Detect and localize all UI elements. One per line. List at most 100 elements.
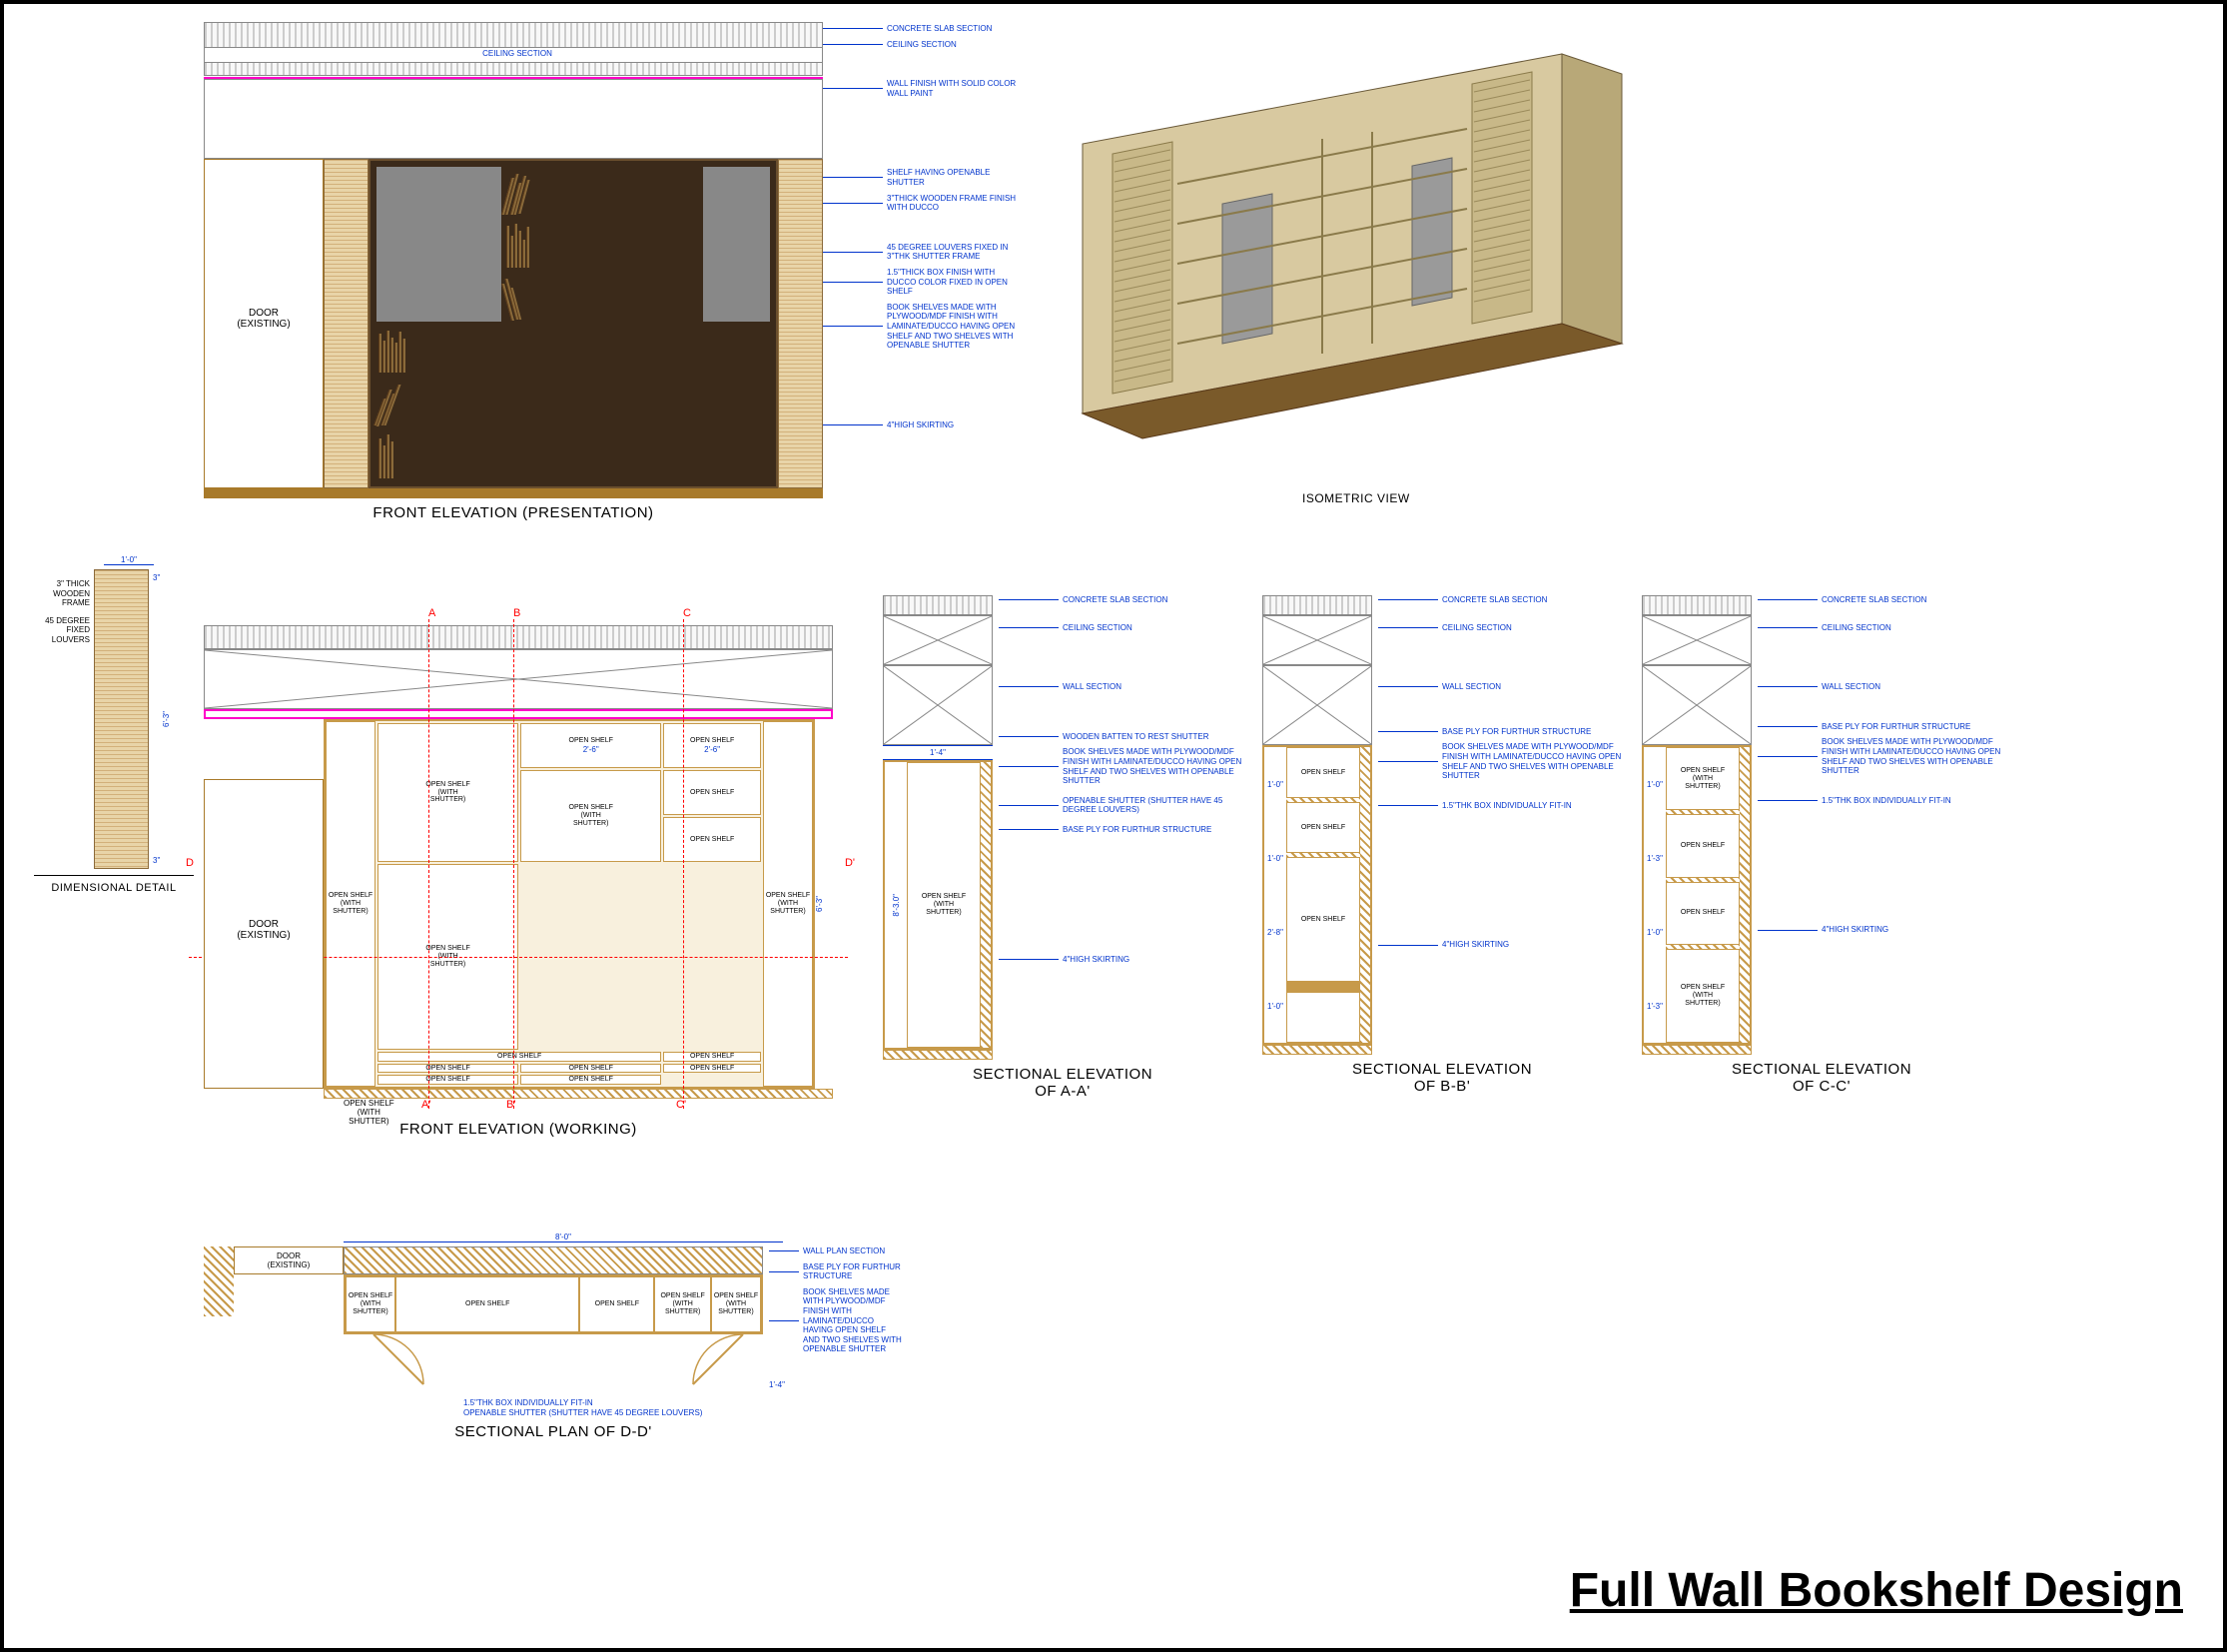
dim-3in-top: 3" xyxy=(153,573,179,582)
cell: OPEN SHELF xyxy=(520,1064,661,1074)
dim-h: 6'-3" xyxy=(162,711,171,727)
ceiling-section xyxy=(204,62,823,76)
cut-a2: A' xyxy=(421,1099,430,1111)
cutline-c xyxy=(683,619,684,1109)
view-title-sec-a2: OF A-A' xyxy=(883,1083,1242,1100)
skirting-hatch xyxy=(324,1089,833,1099)
note: SHELF HAVING OPENABLE SHUTTER xyxy=(887,168,1023,187)
wall-left xyxy=(204,1246,234,1316)
note: 1.5"THICK BOX FINISH WITH DUCCO COLOR FI… xyxy=(887,268,1023,297)
dim-w: 1'-0" xyxy=(104,555,154,565)
view-title-front-pres: FRONT ELEVATION (PRESENTATION) xyxy=(204,498,823,521)
drawing-sheet: CEILING SECTION DOOR (EXISTING) xyxy=(0,0,2227,1652)
front-pres-annotations: CONCRETE SLAB SECTION CEILING SECTION WA… xyxy=(823,24,1023,435)
ceiling-zone xyxy=(204,649,833,709)
cell: OPEN SHELF xyxy=(377,1064,518,1074)
shelf-outline: OPEN SHELF (WITH SHUTTER) OPEN SHELF2'-6… xyxy=(324,719,815,1089)
door-existing-work: DOOR (EXISTING) xyxy=(204,779,324,1089)
view-title-sec-d: SECTIONAL PLAN OF D-D' xyxy=(204,1417,903,1440)
view-title-sec-b: SECTIONAL ELEVATION xyxy=(1262,1055,1622,1078)
note: WALL FINISH WITH SOLID COLOR WALL PAINT xyxy=(887,79,1023,98)
main-elevation-body: DOOR (EXISTING) xyxy=(204,159,823,488)
books-row-3 xyxy=(504,273,700,323)
dimensional-detail: 1'-0" 3" THICK WOODEN FRAME 45 DEGREE FI… xyxy=(34,555,194,894)
slab xyxy=(204,625,833,649)
ceiling-gap: CEILING SECTION xyxy=(204,48,823,62)
view-title-dim-detail: DIMENSIONAL DETAIL xyxy=(34,875,194,894)
door-label: DOOR (EXISTING) xyxy=(205,308,323,330)
louver-left xyxy=(324,159,369,488)
wall-gap xyxy=(204,79,823,159)
dim-w14: 1'-4" xyxy=(883,745,993,760)
shelf-grid xyxy=(376,167,770,480)
cut-d2: D' xyxy=(845,857,855,869)
note: 4"HIGH SKIRTING xyxy=(887,420,954,430)
books-row-4 xyxy=(376,325,770,375)
open-shelf-right: OPEN SHELF (WITH SHUTTER) xyxy=(763,721,813,1087)
cut-c: C xyxy=(683,607,691,619)
door-existing: DOOR (EXISTING) xyxy=(204,159,324,488)
shelf-grid-work: OPEN SHELF2'-6" OPEN SHELF2'-6" OPEN SHE… xyxy=(375,721,763,1087)
ceiling-label: CEILING SECTION xyxy=(482,49,552,58)
view-title-front-work: FRONT ELEVATION (WORKING) xyxy=(204,1115,833,1138)
door-label-work: DOOR (EXISTING) xyxy=(205,919,323,941)
door-plan: DOOR (EXISTING) xyxy=(234,1246,344,1274)
bookshelf-dark-body xyxy=(369,159,778,488)
books-row-1 xyxy=(504,167,700,217)
section-d: 8'-0" DOOR (EXISTING) OPEN SHELF (WITH S… xyxy=(204,1233,903,1440)
cell: OPEN SHELF xyxy=(377,1052,661,1062)
cell: OPEN SHELF xyxy=(663,1052,761,1062)
section-b: 1'-0" 1'-0" 2'-8" 1'-0" OPEN SHELF OPEN … xyxy=(1262,595,1622,1095)
cell: OPEN SHELF xyxy=(663,817,761,862)
note: CONCRETE SLAB SECTION xyxy=(887,24,992,34)
view-title-sec-a: SECTIONAL ELEVATION xyxy=(883,1060,1242,1083)
wall-plan xyxy=(344,1246,763,1274)
cut-a: A xyxy=(428,607,435,619)
dim-3in-bot: 3" xyxy=(153,856,179,865)
grey-panel-left xyxy=(376,167,501,322)
cell: OPEN SHELF xyxy=(663,770,761,815)
grey-panel-right xyxy=(703,167,770,322)
cutline-b xyxy=(513,619,514,1109)
books-row-6 xyxy=(376,430,770,480)
note: 45 DEGREE LOUVERS FIXED IN 3"THK SHUTTER… xyxy=(887,243,1023,262)
books-row-5 xyxy=(376,378,770,427)
dim-h63: 6'-3" xyxy=(815,896,824,912)
dim-detail-side-notes: 3" THICK WOODEN FRAME 45 DEGREE FIXED LO… xyxy=(34,569,94,869)
note: BOOK SHELVES MADE WITH PLYWOOD/MDF FINIS… xyxy=(887,303,1023,351)
isometric-view xyxy=(1023,44,1722,523)
cell: OPEN SHELF xyxy=(377,1075,518,1085)
note: CEILING SECTION xyxy=(887,40,957,50)
view-title-sec-c2: OF C-C' xyxy=(1642,1078,2001,1095)
open-shelf-left: OPEN SHELF (WITH SHUTTER) xyxy=(326,721,375,1087)
cell: OPEN SHELF xyxy=(663,1064,761,1074)
cell: OPEN SHELF (WITH SHUTTER) xyxy=(520,770,661,862)
note: 3"THICK WOODEN FRAME FINISH WITH DUCCO xyxy=(887,194,1023,213)
cut-b: B xyxy=(513,607,520,619)
open-shelf-bottom-label: OPEN SHELF (WITH SHUTTER) xyxy=(344,1099,394,1126)
front-elevation-working: A B C D D' DOOR (EXISTING) xyxy=(204,625,833,1138)
view-title-sec-c: SECTIONAL ELEVATION xyxy=(1642,1055,2001,1078)
skirting xyxy=(204,488,823,498)
section-a: 1'-4" 8'-3.0" OPEN SHELF (WITH SHUTTER) … xyxy=(883,595,1242,1100)
front-elevation-presentation: CEILING SECTION DOOR (EXISTING) xyxy=(204,22,823,521)
louver-sample xyxy=(94,569,149,869)
sheet-title: Full Wall Bookshelf Design xyxy=(1570,1563,2183,1618)
concrete-slab xyxy=(204,22,823,48)
louver-right xyxy=(778,159,823,488)
books-row-2 xyxy=(504,220,700,270)
slab-a xyxy=(883,595,993,615)
cut-c2: C' xyxy=(676,1099,686,1111)
section-c: 1'-0" 1'-3" 1'-0" 1'-3" OPEN SHELF (WITH… xyxy=(1642,595,2001,1095)
view-title-sec-b2: OF B-B' xyxy=(1262,1078,1622,1095)
view-title-iso: ISOMETRIC VIEW xyxy=(1302,485,1410,505)
cut-d: D xyxy=(186,857,194,869)
cell: OPEN SHELF (WITH SHUTTER) xyxy=(377,723,518,862)
cell: OPEN SHELF2'-6" xyxy=(663,723,761,768)
working-body: DOOR (EXISTING) OPEN SHELF (WITH SHUTTER… xyxy=(204,719,833,1089)
cutline-a xyxy=(428,619,429,1109)
cut-b2: B' xyxy=(506,1099,515,1111)
cell: OPEN SHELF xyxy=(520,1075,661,1085)
finish-line-work xyxy=(204,709,833,719)
cell: OPEN SHELF2'-6" xyxy=(520,723,661,768)
